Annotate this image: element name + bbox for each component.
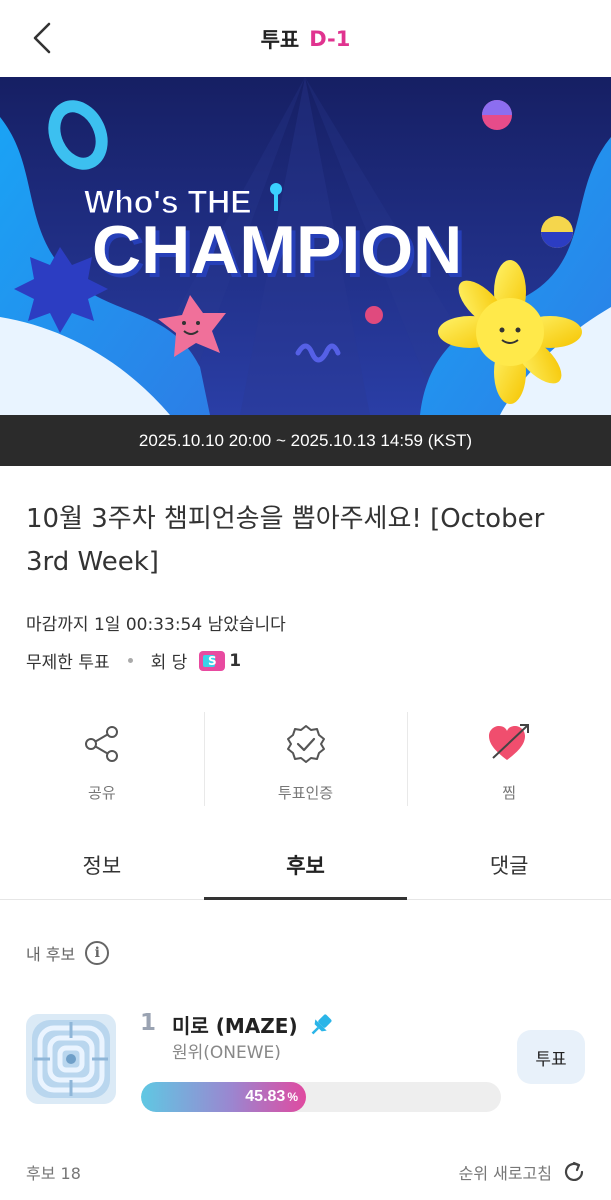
tab-comments[interactable]: 댓글 xyxy=(407,830,611,899)
refresh-label: 순위 새로고침 xyxy=(458,1164,552,1183)
candidate-count: 후보 18 xyxy=(26,1164,81,1183)
per-vote-count: 1 xyxy=(229,650,242,671)
tab-candidates[interactable]: 후보 xyxy=(203,830,408,900)
vote-banner-image: Who's THE CHAMPION CHAMPION xyxy=(0,77,611,415)
share-icon xyxy=(80,722,124,766)
s-badge-icon: S xyxy=(199,650,226,671)
share-button[interactable]: 공유 xyxy=(0,710,204,808)
candidate-footer: 후보 18 순위 새로고침 xyxy=(26,1160,586,1184)
favorite-button[interactable]: 찜 xyxy=(407,710,611,808)
page-title: 투표 D-1 xyxy=(0,0,611,77)
banner-line2: CHAMPION xyxy=(92,212,462,288)
separator-dot xyxy=(127,658,133,663)
vote-button[interactable]: 투표 xyxy=(517,1030,585,1084)
song-title-row: 미로 (MAZE) xyxy=(172,1010,334,1039)
heart-arrow-icon xyxy=(487,722,531,766)
album-cover-image xyxy=(26,1014,116,1104)
vote-progress-bar: 45.83% xyxy=(141,1082,501,1112)
favorite-label: 찜 xyxy=(502,784,517,802)
pin-icon[interactable] xyxy=(308,1012,334,1038)
share-label: 공유 xyxy=(88,784,116,802)
my-candidate-header: 내 후보 i xyxy=(26,941,110,965)
dday-badge: D-1 xyxy=(309,26,351,51)
unlimited-label: 무제한 투표 xyxy=(26,653,110,673)
verified-badge-icon xyxy=(284,722,328,766)
tab-bar: 정보 후보 댓글 xyxy=(0,830,611,900)
per-vote-label: 회 당 xyxy=(150,653,188,673)
action-row: 공유 투표인증 찜 xyxy=(0,710,611,808)
vote-progress-fill: 45.83% xyxy=(141,1082,306,1112)
refresh-icon xyxy=(564,1161,584,1181)
artist-name: 원위(ONEWE) xyxy=(172,1043,281,1063)
remaining-time: 마감까지 1일 00:33:54 남았습니다 xyxy=(26,615,286,635)
vote-percent: 45.83% xyxy=(245,1088,298,1105)
title-text: 투표 xyxy=(260,27,300,52)
my-candidate-label: 내 후보 xyxy=(26,945,76,964)
vote-proof-button[interactable]: 투표인증 xyxy=(203,710,408,808)
candidate-rank: 1 xyxy=(140,1010,157,1036)
vote-title: 10월 3주차 챔피언송을 뽑아주세요! [October 3rd Week] xyxy=(26,504,545,577)
vote-proof-label: 투표인증 xyxy=(277,784,334,802)
refresh-rank-button[interactable]: 순위 새로고침 xyxy=(459,1160,586,1184)
vote-meta: 무제한 투표 회 당 S 1 xyxy=(26,648,241,673)
song-title: 미로 (MAZE) xyxy=(172,1014,298,1038)
top-bar: 투표 D-1 xyxy=(0,0,611,77)
tab-info[interactable]: 정보 xyxy=(0,830,204,899)
info-icon[interactable]: i xyxy=(85,941,110,965)
vote-period: 2025.10.10 20:00 ~ 2025.10.13 14:59 (KST… xyxy=(0,415,611,466)
candidate-row: 1 미로 (MAZE) 원위(ONEWE) 투표 45.83% xyxy=(0,1002,611,1117)
